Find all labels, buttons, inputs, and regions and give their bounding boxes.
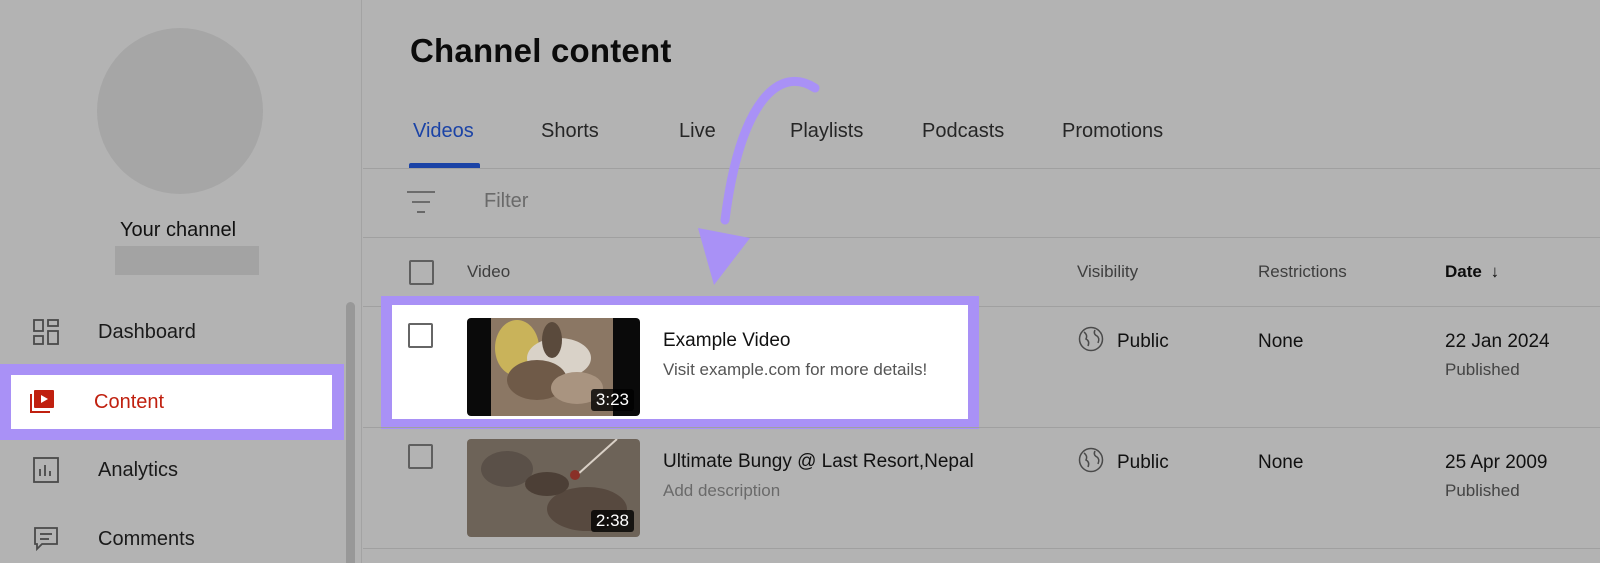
channel-handle-placeholder [115,246,259,275]
publish-status: Published [1445,481,1520,500]
comments-icon [32,525,60,553]
analytics-icon [32,456,60,484]
globe-icon [1078,447,1104,473]
video-description[interactable]: Add description [663,481,780,501]
tabs-divider [363,168,1600,169]
sidebar-item-content[interactable]: Content [11,375,332,429]
filter-input[interactable]: Filter [484,190,528,213]
video-thumbnail[interactable]: 3:23 [467,318,640,416]
video-duration: 2:38 [590,510,634,532]
sort-arrow-icon: ↓ [1490,262,1500,281]
sidebar-scrollbar[interactable] [346,302,355,563]
date-value: 25 Apr 2009 [1445,452,1548,473]
content-icon [28,388,56,416]
sidebar-item-dashboard[interactable]: Dashboard [0,299,344,365]
sidebar-item-analytics[interactable]: Analytics [0,437,344,503]
column-header-visibility[interactable]: Visibility [1077,262,1138,282]
dashboard-icon [32,318,60,346]
globe-icon [1078,326,1104,352]
column-header-restrictions[interactable]: Restrictions [1258,262,1347,282]
sidebar-item-label: Analytics [98,458,179,481]
visibility-value[interactable]: Public [1117,452,1169,474]
filter-divider [363,237,1600,238]
filter-icon[interactable] [406,189,436,215]
restrictions-value: None [1258,331,1304,352]
page-title: Channel content [410,32,672,69]
video-duration: 3:23 [590,389,634,411]
row-checkbox[interactable] [408,444,433,469]
restrictions-value: None [1258,452,1304,473]
sidebar-item-label: Comments [98,527,195,550]
column-header-video[interactable]: Video [467,262,510,282]
channel-name: Your channel [119,219,237,241]
tab-promotions[interactable]: Promotions [1062,120,1163,143]
row-divider [363,548,1600,549]
tab-podcasts[interactable]: Podcasts [922,120,1004,143]
content-tabs: Videos Shorts Live Playlists Podcasts Pr… [362,112,1600,169]
video-title[interactable]: Example Video [663,330,790,352]
visibility-value[interactable]: Public [1117,331,1169,353]
channel-avatar[interactable] [97,28,263,194]
date-value: 22 Jan 2024 [1445,331,1550,352]
sidebar: Your channel Dashboard Content Analytics… [0,0,362,563]
video-description: Visit example.com for more details! [663,360,928,379]
tab-videos[interactable]: Videos [413,120,474,143]
row-checkbox[interactable] [408,323,433,348]
publish-status: Published [1445,360,1520,379]
tab-shorts[interactable]: Shorts [541,120,599,143]
sidebar-item-label: Content [94,391,165,413]
annotation-arrow-icon [698,76,820,285]
video-thumbnail[interactable]: 2:38 [467,439,640,537]
video-title[interactable]: Ultimate Bungy @ Last Resort,Nepal [663,451,974,473]
sidebar-item-comments[interactable]: Comments [0,506,344,563]
sidebar-item-label: Dashboard [98,320,196,343]
select-all-checkbox[interactable] [409,260,434,285]
column-header-date-label: Date [1445,262,1482,281]
content-highlight: Content [0,364,344,440]
column-header-date[interactable]: Date ↓ [1445,262,1499,282]
